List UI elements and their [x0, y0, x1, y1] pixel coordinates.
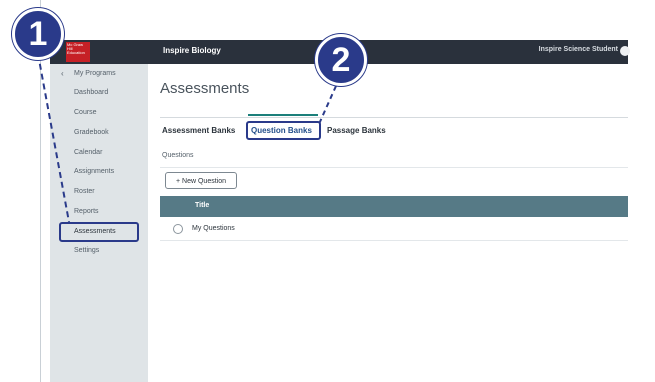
callout-badge-2: 2 [315, 34, 367, 86]
sidebar-item-gradebook[interactable]: Gradebook [74, 129, 109, 136]
sidebar-item-roster[interactable]: Roster [74, 188, 95, 195]
user-name[interactable]: Inspire Science Student [539, 46, 618, 53]
sidebar-item-settings[interactable]: Settings [74, 247, 99, 254]
sidebar-item-my-programs[interactable]: My Programs [74, 70, 116, 77]
callout-badge-1: 1 [12, 8, 64, 60]
tab-question-banks[interactable]: Question Banks [251, 126, 312, 135]
sidebar-item-assessments[interactable]: Assessments [74, 228, 116, 235]
avatar[interactable] [620, 46, 630, 56]
sidebar-item-assignments[interactable]: Assignments [74, 168, 114, 175]
tab-assessment-banks[interactable]: Assessment Banks [162, 126, 235, 135]
new-question-button[interactable]: + New Question [165, 172, 237, 189]
row-divider [160, 240, 628, 241]
app-title: Inspire Biology [163, 46, 221, 55]
sidebar-item-dashboard[interactable]: Dashboard [74, 89, 108, 96]
column-header-title[interactable]: Title [195, 202, 209, 209]
tabs-divider [160, 117, 628, 118]
section-label-questions[interactable]: Questions [162, 152, 194, 159]
table-row[interactable]: My Questions [192, 225, 235, 232]
mcgraw-hill-logo[interactable]: Mc Graw Hill Education [66, 42, 90, 62]
sidebar-item-course[interactable]: Course [74, 109, 97, 116]
user-icon [173, 224, 183, 234]
logo-text: Mc Graw Hill Education [67, 42, 85, 55]
section-divider [160, 167, 628, 168]
chevron-left-icon[interactable]: ‹ [61, 69, 64, 78]
page-title: Assessments [160, 80, 250, 97]
sidebar-item-reports[interactable]: Reports [74, 208, 99, 215]
tab-passage-banks[interactable]: Passage Banks [327, 126, 386, 135]
active-tab-indicator [248, 114, 318, 116]
table-header [160, 196, 628, 217]
sidebar-item-calendar[interactable]: Calendar [74, 149, 102, 156]
